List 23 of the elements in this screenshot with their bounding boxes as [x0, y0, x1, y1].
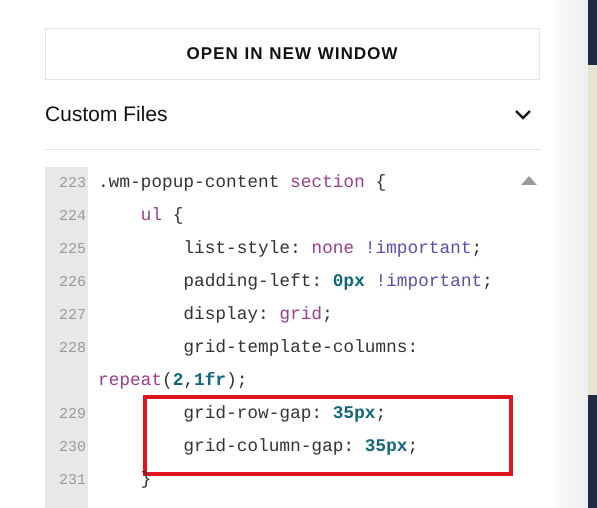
code-line: list-style: none !important; [182, 238, 482, 262]
line-number: 230 [58, 439, 86, 456]
line-number: 228 [58, 340, 86, 358]
code-line: .wm-popup-content section { [98, 172, 386, 196]
open-in-new-window-button[interactable]: OPEN IN NEW WINDOW [45, 28, 540, 80]
code-line: grid-row-gap: 35px; [182, 403, 386, 426]
code-line: ul { [140, 205, 184, 228]
scroll-up-icon[interactable] [521, 176, 537, 185]
line-number: 227 [58, 307, 86, 324]
section-title: Custom Files [45, 102, 168, 128]
line-number: 224 [58, 208, 86, 226]
line-number: 223 [58, 175, 86, 192]
line-number: 231 [58, 472, 86, 490]
code-line: grid-template-columns: [182, 337, 418, 360]
code-line: } [140, 469, 152, 492]
code-line: grid-column-gap: 35px; [182, 436, 418, 460]
code-line: padding-left: 0px !important; [182, 271, 493, 294]
line-number: 229 [58, 406, 86, 424]
line-number: 226 [58, 274, 86, 292]
code-line: repeat(2,1fr); [98, 370, 248, 394]
chevron-icon[interactable] [514, 109, 532, 121]
code-line: display: grid; [182, 304, 333, 328]
line-number: 225 [58, 241, 86, 258]
